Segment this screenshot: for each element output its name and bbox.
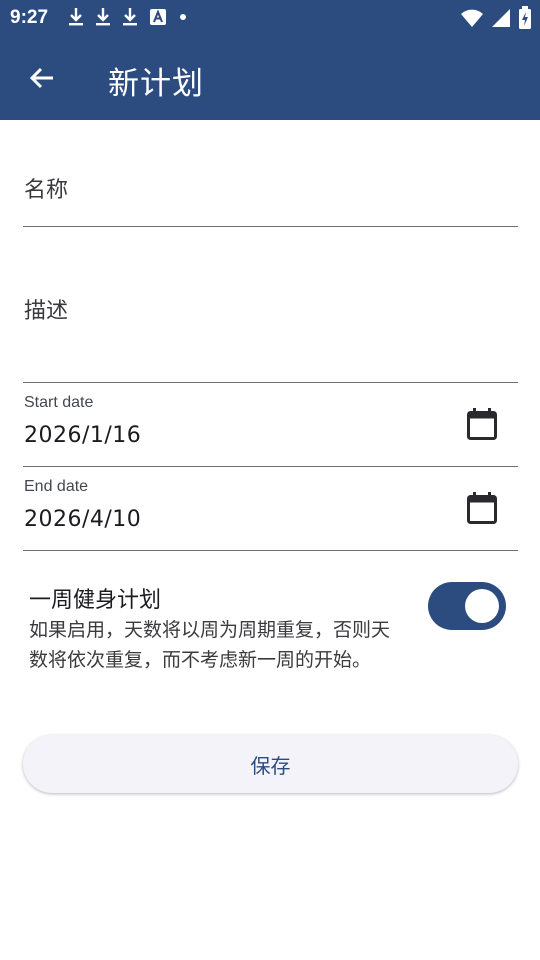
app-bar: 新计划 — [0, 36, 540, 120]
wifi-icon — [461, 9, 483, 27]
start-date-label: Start date — [24, 394, 94, 411]
notification-icons — [68, 6, 188, 28]
name-field[interactable]: 名称 — [23, 120, 518, 227]
status-bar: 9:27 — [0, 0, 540, 36]
dot-icon — [180, 14, 186, 20]
description-field[interactable]: 描述 — [23, 227, 518, 383]
signal-icon — [492, 9, 510, 27]
start-date-value: 2026/1/16 — [24, 423, 142, 448]
weekly-plan-switch[interactable] — [428, 582, 506, 630]
back-button[interactable] — [22, 56, 62, 100]
arrow-left-icon — [29, 67, 53, 89]
battery-charging-icon — [519, 6, 531, 29]
save-button[interactable]: 保存 — [23, 735, 518, 793]
name-placeholder: 名称 — [24, 178, 69, 203]
description-placeholder: 描述 — [24, 299, 69, 324]
calendar-icon[interactable] — [466, 407, 498, 441]
download-icon — [96, 8, 110, 26]
weekly-plan-description: 如果启用，天数将以周为周期重复，否则天数将依次重复，而不考虑新一周的开始。 — [29, 619, 391, 671]
end-date-underline — [23, 550, 518, 551]
download-icon — [123, 8, 137, 26]
end-date-value: 2026/4/10 — [24, 507, 142, 532]
start-date-field[interactable]: Start date 2026/1/16 — [23, 383, 518, 467]
end-date-field[interactable]: End date 2026/4/10 — [23, 467, 518, 551]
system-icons — [460, 6, 532, 30]
text-a-icon — [150, 9, 166, 25]
end-date-label: End date — [24, 478, 89, 495]
status-time: 9:27 — [10, 7, 49, 28]
download-icon — [69, 8, 83, 26]
switch-knob — [465, 589, 499, 623]
page-title: 新计划 — [108, 66, 204, 102]
weekly-plan-title: 一周健身计划 — [29, 588, 162, 613]
calendar-icon[interactable] — [466, 491, 498, 525]
